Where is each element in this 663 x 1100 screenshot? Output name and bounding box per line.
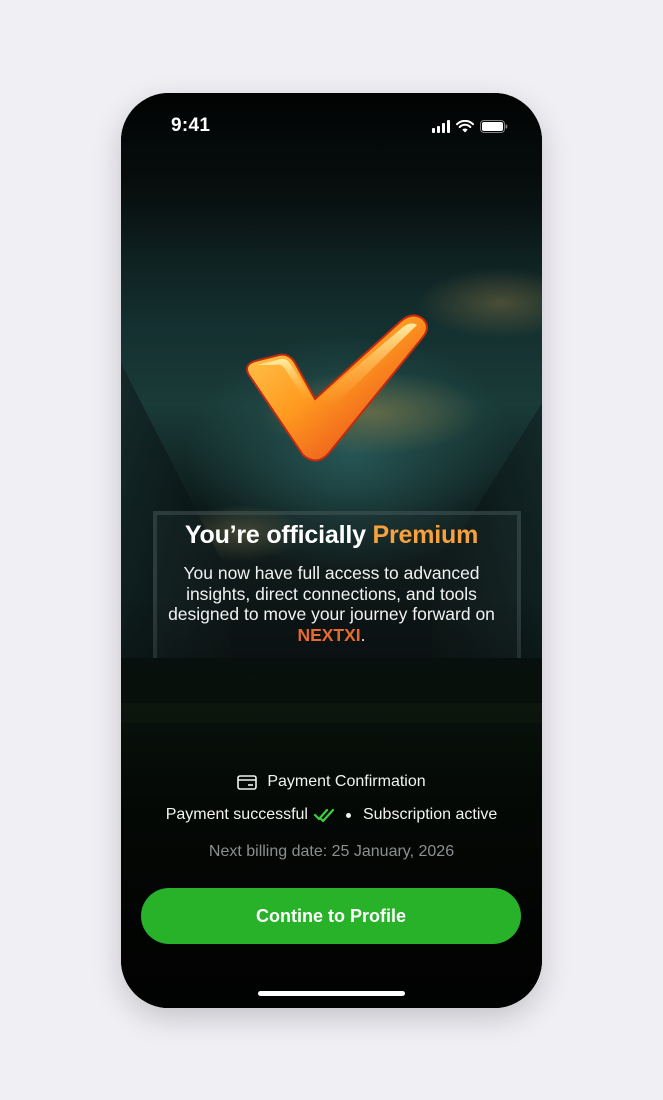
signal-icon bbox=[432, 120, 450, 133]
double-check-icon bbox=[313, 808, 334, 822]
brand-name: NEXTXI bbox=[297, 624, 361, 645]
payment-success-label: Payment successful bbox=[165, 806, 308, 823]
stadium-background bbox=[121, 93, 542, 1008]
description: You now have full access to advanced ins… bbox=[149, 563, 514, 645]
payment-status: Payment successful Subscription active bbox=[121, 806, 542, 824]
phone-screen: 9:41 You’re officially Premium You now h… bbox=[121, 93, 542, 1008]
home-indicator[interactable] bbox=[258, 991, 405, 996]
continue-to-profile-button[interactable]: Contine to Profile bbox=[141, 888, 521, 944]
separator-dot bbox=[345, 812, 351, 818]
subscription-status-label: Subscription active bbox=[362, 806, 498, 823]
description-suffix: . bbox=[360, 624, 366, 645]
description-text: You now have full access to advanced ins… bbox=[168, 563, 495, 624]
payment-confirmation-title: Payment Confirmation bbox=[121, 773, 542, 791]
wifi-icon bbox=[456, 120, 474, 133]
status-time: 9:41 bbox=[171, 115, 211, 136]
battery-icon bbox=[480, 120, 508, 133]
next-billing-date: Next billing date: 25 January, 2026 bbox=[208, 843, 455, 860]
title-prefix: You’re officially bbox=[184, 521, 373, 549]
card-icon bbox=[237, 774, 258, 790]
status-icons bbox=[432, 120, 508, 133]
title-accent: Premium bbox=[372, 521, 479, 549]
page-title: You’re officially Premium bbox=[121, 521, 542, 550]
payment-title-label: Payment Confirmation bbox=[267, 773, 426, 790]
checkmark-icon bbox=[246, 314, 428, 462]
